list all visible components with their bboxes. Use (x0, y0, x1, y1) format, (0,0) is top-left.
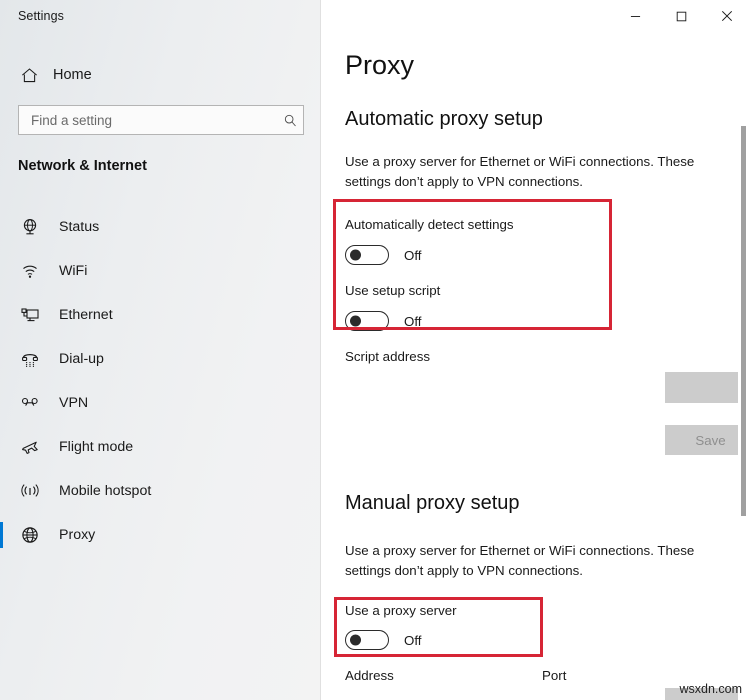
sidebar-item-wifi-label: WiFi (59, 263, 87, 279)
window-controls (612, 0, 750, 36)
automatic-proxy-heading: Automatic proxy setup (345, 108, 543, 131)
use-proxy-toggle-row[interactable]: Off (345, 630, 422, 650)
address-label: Address (345, 668, 394, 683)
sidebar-nav-list: Status WiFi (0, 205, 321, 557)
sidebar-item-vpn-label: VPN (59, 395, 88, 411)
window-title: Settings (18, 9, 64, 23)
search-box[interactable] (18, 105, 304, 135)
sidebar-item-mobile-hotspot-label: Mobile hotspot (59, 483, 151, 499)
sidebar-item-vpn[interactable]: VPN (0, 381, 321, 425)
airplane-icon (20, 437, 40, 457)
search-icon[interactable] (277, 113, 303, 128)
sidebar-item-status[interactable]: Status (0, 205, 321, 249)
manual-proxy-description: Use a proxy server for Ethernet or WiFi … (345, 541, 720, 581)
settings-window: Settings Home Network & Internet (0, 0, 750, 700)
sidebar-item-status-label: Status (59, 219, 99, 235)
sidebar-item-wifi[interactable]: WiFi (0, 249, 321, 293)
sidebar-item-flight-mode[interactable]: Flight mode (0, 425, 321, 469)
globe-icon (20, 525, 40, 545)
setup-script-toggle[interactable] (345, 311, 389, 331)
hotspot-icon (20, 481, 40, 501)
wifi-icon (20, 261, 40, 281)
manual-proxy-heading: Manual proxy setup (345, 492, 520, 515)
setup-script-toggle-row[interactable]: Off (345, 311, 422, 331)
status-globe-icon (20, 217, 40, 237)
sidebar-item-home[interactable]: Home (10, 60, 302, 90)
sidebar-item-dialup[interactable]: Dial-up (0, 337, 321, 381)
minimize-icon (630, 9, 641, 27)
ethernet-icon (20, 305, 40, 325)
maximize-icon (676, 9, 687, 27)
toggle-knob (350, 250, 361, 261)
sidebar-item-proxy[interactable]: Proxy (0, 513, 321, 557)
main-content: Proxy Automatic proxy setup Use a proxy … (321, 0, 750, 700)
sidebar-item-mobile-hotspot[interactable]: Mobile hotspot (0, 469, 321, 513)
port-label: Port (542, 668, 566, 683)
sidebar-category-title: Network & Internet (18, 158, 147, 174)
sidebar-item-ethernet[interactable]: Ethernet (0, 293, 321, 337)
sidebar-item-flight-mode-label: Flight mode (59, 439, 133, 455)
sidebar: Settings Home Network & Internet (0, 0, 321, 700)
toggle-knob (350, 316, 361, 327)
auto-detect-label: Automatically detect settings (345, 217, 514, 232)
toggle-knob (350, 635, 361, 646)
scrollbar-track[interactable] (738, 36, 750, 700)
use-proxy-toggle[interactable] (345, 630, 389, 650)
close-icon (721, 9, 733, 27)
sidebar-item-home-label: Home (53, 67, 92, 83)
search-input[interactable] (19, 106, 277, 134)
minimize-button[interactable] (612, 0, 658, 36)
maximize-button[interactable] (658, 0, 704, 36)
vpn-key-icon (20, 393, 40, 413)
setup-script-state: Off (404, 314, 422, 329)
auto-detect-toggle[interactable] (345, 245, 389, 265)
dialup-phone-icon (20, 349, 40, 369)
home-icon (20, 66, 39, 85)
use-proxy-state: Off (404, 633, 422, 648)
automatic-proxy-description: Use a proxy server for Ethernet or WiFi … (345, 152, 720, 192)
scrollbar-thumb[interactable] (741, 126, 746, 516)
use-proxy-label: Use a proxy server (345, 603, 457, 618)
auto-detect-state: Off (404, 248, 422, 263)
auto-detect-toggle-row[interactable]: Off (345, 245, 422, 265)
setup-script-label: Use setup script (345, 283, 440, 298)
sidebar-item-proxy-label: Proxy (59, 527, 95, 543)
close-button[interactable] (704, 0, 750, 36)
watermark: wsxdn.com (679, 682, 742, 696)
page-title: Proxy (345, 50, 414, 81)
sidebar-item-dialup-label: Dial-up (59, 351, 104, 367)
script-address-label: Script address (345, 349, 430, 364)
sidebar-item-ethernet-label: Ethernet (59, 307, 113, 323)
